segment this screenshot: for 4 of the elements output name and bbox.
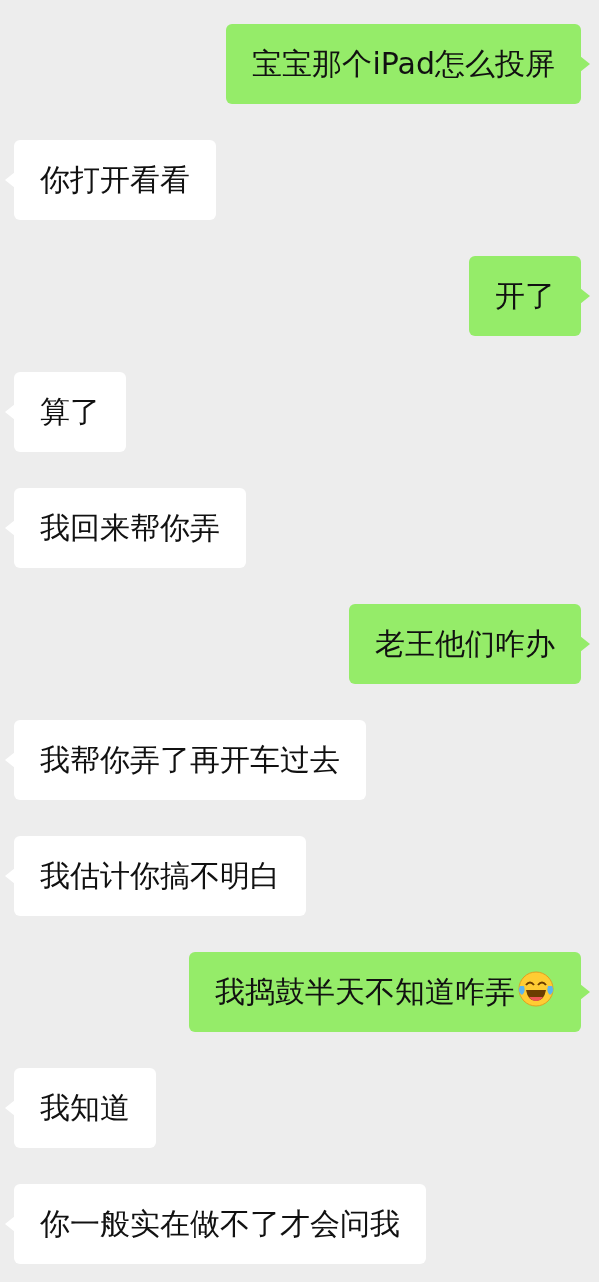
- bubble-tail-icon: [580, 56, 590, 72]
- bubble-tail-icon: [580, 636, 590, 652]
- bubble-tail-icon: [580, 984, 590, 1000]
- bubble-tail-icon: [580, 288, 590, 304]
